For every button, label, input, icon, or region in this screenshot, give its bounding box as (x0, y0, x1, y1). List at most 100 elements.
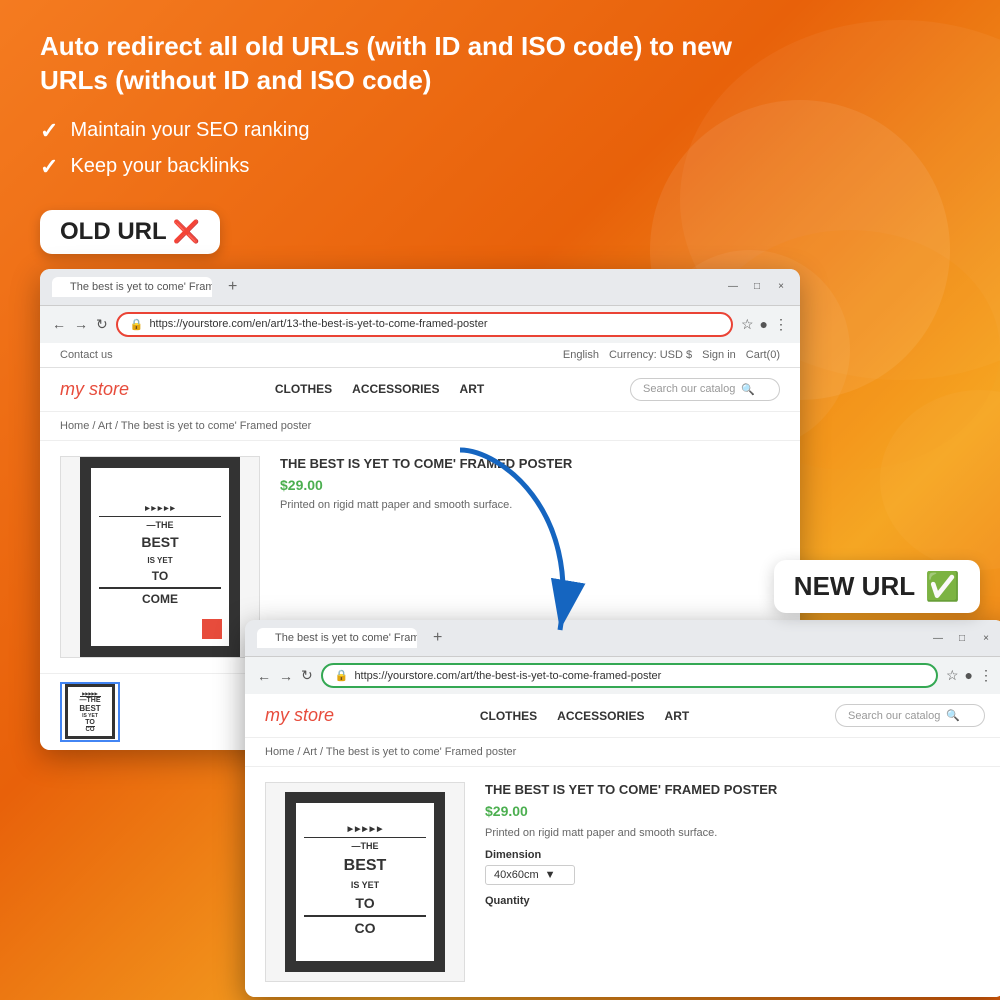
reload-btn[interactable]: ↻ (96, 316, 108, 333)
cart-link[interactable]: Cart(0) (746, 349, 780, 361)
new-poster-the: —THE (304, 837, 426, 853)
browser-new: The best is yet to come' Frame... × + — … (245, 620, 1000, 997)
signin-link[interactable]: Sign in (702, 349, 736, 361)
product-price-old: $29.00 (280, 477, 780, 493)
browser-new-titlebar: The best is yet to come' Frame... × + — … (245, 620, 1000, 657)
logo-store: store (89, 379, 129, 399)
poster-the: —THE (99, 516, 221, 532)
new-store-logo: my store (265, 705, 334, 726)
search-box[interactable]: Search our catalog 🔍 (630, 378, 780, 401)
browser-old-titlebar: The best is yet to come' Frame... × + — … (40, 269, 800, 306)
add-tab-btn[interactable]: + (425, 629, 450, 647)
browser-old-navbar: ← → ↻ 🔒 https://yourstore.com/en/art/13-… (40, 306, 800, 343)
store-top-bar: Contact us English Currency: USD $ Sign … (40, 343, 800, 368)
menu-clothes[interactable]: CLOTHES (275, 382, 332, 396)
poster-is-yet: IS YET (147, 555, 172, 566)
browser-old-tab[interactable]: The best is yet to come' Frame... × (52, 277, 212, 297)
new-store-menu: CLOTHES ACCESSORIES ART (480, 709, 689, 723)
poster-to: TO (152, 568, 168, 585)
bullet-item-1: ✓ Maintain your SEO ranking (40, 118, 960, 144)
nav-icons: ☆ ● ⋮ (741, 316, 788, 333)
forward-btn[interactable]: → (74, 316, 88, 332)
new-menu-art[interactable]: ART (665, 709, 690, 723)
menu-art[interactable]: ART (460, 382, 485, 396)
new-logo-my: my (265, 705, 294, 725)
store-header-right: English Currency: USD $ Sign in Cart(0) (563, 349, 780, 361)
new-poster-best: BEST (344, 855, 387, 877)
menu-accessories[interactable]: ACCESSORIES (352, 382, 439, 396)
old-url-badge: OLD URL ❌ (40, 210, 220, 254)
new-url-badge: NEW URL ✅ (774, 560, 980, 613)
new-profile-icon[interactable]: ● (965, 667, 973, 684)
bullet-item-2: ✓ Keep your backlinks (40, 154, 960, 180)
contact-link[interactable]: Contact us (60, 349, 113, 361)
browser-new-wrapper: The best is yet to come' Frame... × + — … (245, 620, 1000, 997)
maximize-btn[interactable]: □ (750, 280, 764, 294)
new-menu-clothes[interactable]: CLOTHES (480, 709, 537, 723)
poster-red-accent (202, 619, 222, 639)
new-forward-btn[interactable]: → (279, 668, 293, 684)
new-maximize-btn[interactable]: □ (955, 631, 969, 645)
breadcrumb-new: Home / Art / The best is yet to come' Fr… (245, 738, 1000, 767)
product-image-old: ▶ ▶ ▶ ▶ ▶ —THE BEST IS YET TO COME (60, 456, 260, 658)
bullet-list: ✓ Maintain your SEO ranking ✓ Keep your … (40, 118, 960, 180)
store-logo: my store (60, 379, 129, 400)
new-poster-is-yet: IS YET (351, 879, 379, 892)
new-url-label: NEW URL (794, 571, 915, 602)
close-btn[interactable]: × (774, 280, 788, 294)
lock-icon: 🔒 (130, 318, 144, 331)
new-more-icon[interactable]: ⋮ (979, 667, 993, 684)
old-url-label: OLD URL (60, 218, 166, 245)
breadcrumb-old: Home / Art / The best is yet to come' Fr… (40, 412, 800, 441)
currency-selector[interactable]: Currency: USD $ (609, 349, 692, 361)
new-url-address-bar[interactable]: 🔒 https://yourstore.com/art/the-best-is-… (321, 663, 938, 688)
new-poster-to: TO (355, 894, 374, 914)
store-menu: CLOTHES ACCESSORIES ART (275, 382, 484, 396)
new-search-placeholder: Search our catalog (848, 710, 940, 722)
minimize-btn[interactable]: — (726, 280, 740, 294)
search-icon[interactable]: 🔍 (741, 383, 755, 396)
profile-icon[interactable]: ● (760, 316, 768, 333)
x-mark-icon: ❌ (173, 219, 200, 244)
new-product-desc: Printed on rigid matt paper and smooth s… (485, 827, 985, 839)
quantity-label: Quantity (485, 895, 985, 907)
new-nav-icons: ☆ ● ⋮ (946, 667, 993, 684)
window-controls: — □ × (726, 280, 788, 294)
more-icon[interactable]: ⋮ (774, 316, 788, 333)
new-poster-framed: ▶ ▶ ▶ ▶ ▶ —THE BEST IS YET TO CO (285, 792, 445, 972)
new-product-price: $29.00 (485, 803, 985, 819)
check-icon-1: ✓ (40, 118, 58, 144)
new-logo-store: store (294, 705, 334, 725)
new-store-nav: my store CLOTHES ACCESSORIES ART Search … (245, 694, 1000, 738)
dimension-select[interactable]: 40x60cm ▼ (485, 865, 575, 885)
new-product-title: THE BEST IS YET TO COME' FRAMED POSTER (485, 782, 985, 797)
product-area-new: ▶ ▶ ▶ ▶ ▶ —THE BEST IS YET TO CO THE BES… (245, 767, 1000, 997)
new-menu-accessories[interactable]: ACCESSORIES (557, 709, 644, 723)
new-lock-icon: 🔒 (335, 669, 349, 682)
check-icon-2: ✓ (40, 154, 58, 180)
language-selector[interactable]: English (563, 349, 599, 361)
product-thumb-1[interactable]: ▶▶▶▶▶ —THE BEST IS YET TO CO (60, 682, 120, 742)
new-close-btn[interactable]: × (979, 631, 993, 645)
new-back-btn[interactable]: ← (257, 668, 271, 684)
old-url-address-bar[interactable]: 🔒 https://yourstore.com/en/art/13-the-be… (116, 312, 733, 337)
poster-come: COME (99, 587, 221, 608)
new-product-image: ▶ ▶ ▶ ▶ ▶ —THE BEST IS YET TO CO (265, 782, 465, 982)
store-header-left: Contact us (60, 349, 113, 361)
browser-new-tab[interactable]: The best is yet to come' Frame... × (257, 628, 417, 648)
new-search-box[interactable]: Search our catalog 🔍 (835, 704, 985, 727)
new-url-text: https://yourstore.com/art/the-best-is-ye… (354, 670, 661, 682)
new-minimize-btn[interactable]: — (931, 631, 945, 645)
dimension-value: 40x60cm (494, 869, 539, 881)
back-btn[interactable]: ← (52, 316, 66, 332)
star-icon[interactable]: ☆ (741, 316, 754, 333)
search-placeholder: Search our catalog (643, 383, 735, 395)
new-search-icon[interactable]: 🔍 (946, 709, 960, 722)
new-tab-btn[interactable]: + (220, 278, 245, 296)
play-icons: ▶ ▶ ▶ ▶ ▶ (145, 505, 175, 513)
new-reload-btn[interactable]: ↻ (301, 667, 313, 684)
new-window-controls: — □ × (931, 631, 993, 645)
new-star-icon[interactable]: ☆ (946, 667, 959, 684)
logo-my: my (60, 379, 89, 399)
headline: Auto redirect all old URLs (with ID and … (40, 30, 740, 98)
